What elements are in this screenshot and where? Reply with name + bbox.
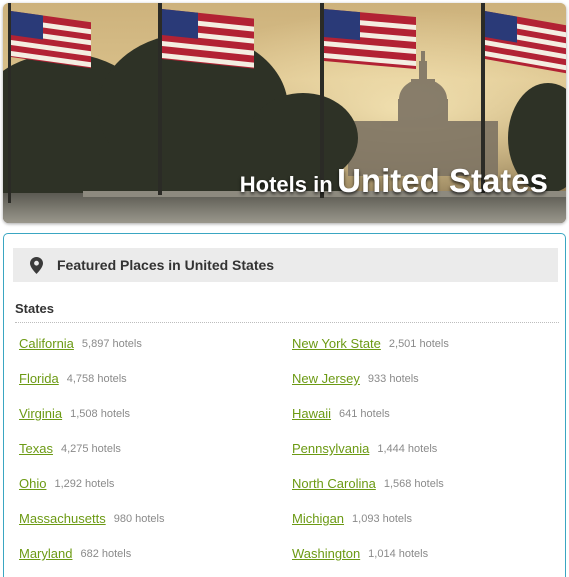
states-heading: States: [15, 301, 55, 316]
list-item: Hawaii 641 hotels: [292, 396, 552, 431]
state-link-new-york-state[interactable]: New York State: [292, 336, 381, 351]
page-title-country: United States: [337, 162, 548, 199]
state-link-california[interactable]: California: [19, 336, 74, 351]
hotel-count: 933 hotels: [367, 372, 419, 385]
featured-places-title: Featured Places in United States: [57, 257, 275, 273]
list-item: New Jersey 933 hotels: [292, 361, 552, 396]
state-link-north-carolina[interactable]: North Carolina: [292, 476, 376, 491]
page-title-prefix: Hotels in: [239, 172, 333, 197]
states-list-right: New York State 2,501 hotels New Jersey 9…: [292, 326, 552, 571]
state-link-pennsylvania[interactable]: Pennsylvania: [292, 441, 369, 456]
page-title: Hotels in United States: [240, 164, 548, 197]
hotel-count: 4,275 hotels: [60, 442, 121, 455]
list-item: Pennsylvania 1,444 hotels: [292, 431, 552, 466]
map-pin-icon: [30, 256, 43, 274]
section-divider: [15, 322, 559, 323]
state-link-florida[interactable]: Florida: [19, 371, 59, 386]
list-item: North Carolina 1,568 hotels: [292, 466, 552, 501]
state-link-massachusetts[interactable]: Massachusetts: [19, 511, 106, 526]
list-item: Ohio 1,292 hotels: [19, 466, 279, 501]
hotel-count: 682 hotels: [80, 547, 132, 560]
hotel-count: 1,014 hotels: [368, 547, 429, 560]
states-list-left: California 5,897 hotels Florida 4,758 ho…: [19, 326, 279, 571]
hotel-count: 1,568 hotels: [383, 477, 444, 490]
hotel-count: 4,758 hotels: [66, 372, 127, 385]
hotel-count: 5,897 hotels: [81, 337, 142, 350]
list-item: Florida 4,758 hotels: [19, 361, 279, 396]
list-item: Massachusetts 980 hotels: [19, 501, 279, 536]
state-link-washington[interactable]: Washington: [292, 546, 360, 561]
state-link-hawaii[interactable]: Hawaii: [292, 406, 331, 421]
state-link-michigan[interactable]: Michigan: [292, 511, 344, 526]
state-link-new-jersey[interactable]: New Jersey: [292, 371, 360, 386]
list-item: Texas 4,275 hotels: [19, 431, 279, 466]
hotel-count: 1,508 hotels: [70, 407, 131, 420]
list-item: Virginia 1,508 hotels: [19, 396, 279, 431]
state-link-virginia[interactable]: Virginia: [19, 406, 62, 421]
hotel-count: 2,501 hotels: [388, 337, 449, 350]
state-link-texas[interactable]: Texas: [19, 441, 53, 456]
featured-places-panel: Featured Places in United States States …: [3, 233, 566, 577]
list-item: California 5,897 hotels: [19, 326, 279, 361]
state-link-maryland[interactable]: Maryland: [19, 546, 72, 561]
list-item: New York State 2,501 hotels: [292, 326, 552, 361]
list-item: Maryland 682 hotels: [19, 536, 279, 571]
list-item: Washington 1,014 hotels: [292, 536, 552, 571]
hotel-count: 641 hotels: [339, 407, 390, 420]
featured-places-header: Featured Places in United States: [13, 248, 558, 282]
list-item: Michigan 1,093 hotels: [292, 501, 552, 536]
hotel-count: 1,093 hotels: [352, 512, 412, 525]
hotel-count: 1,444 hotels: [377, 442, 438, 455]
hero-banner: Hotels in United States: [3, 3, 566, 223]
hotel-count: 1,292 hotels: [54, 477, 115, 490]
hotel-count: 980 hotels: [113, 512, 165, 525]
state-link-ohio[interactable]: Ohio: [19, 476, 46, 491]
